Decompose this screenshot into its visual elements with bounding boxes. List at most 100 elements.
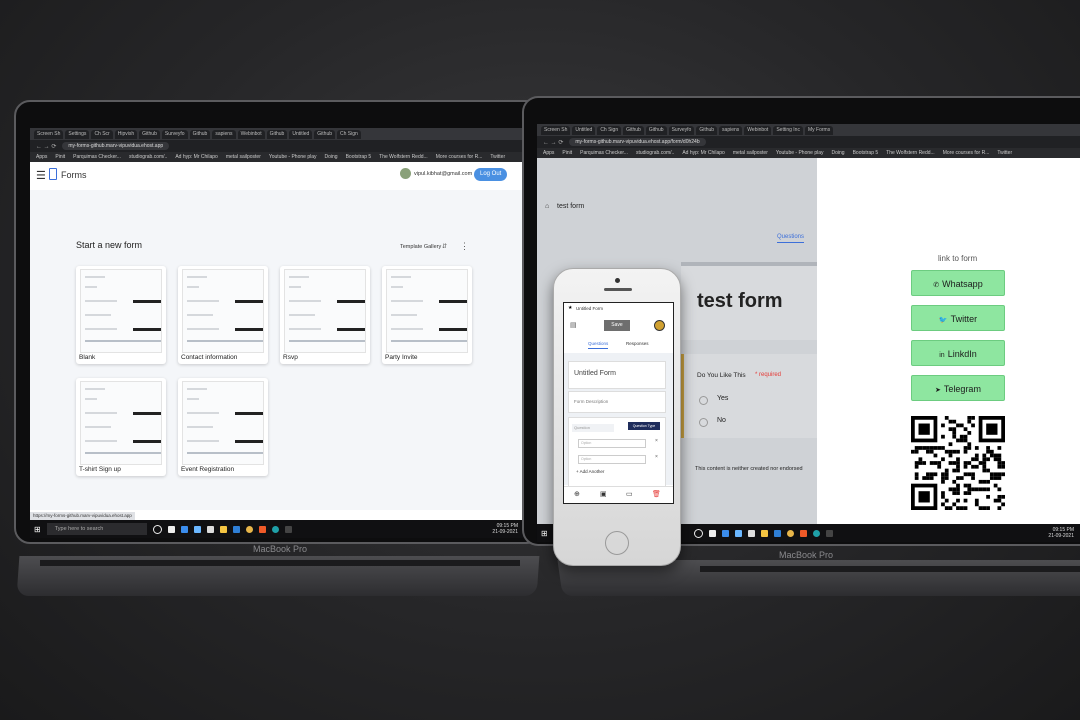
share-linkdin-button[interactable]: in LinkdIn — [911, 340, 1005, 366]
bookmark-item[interactable]: Apps — [543, 150, 554, 156]
bookmark-item[interactable]: metal sailposter — [226, 154, 261, 160]
bookmark-item[interactable]: metal sailposter — [733, 150, 768, 156]
browser-tab[interactable]: Screen Sh — [34, 129, 64, 139]
share-telegram-button[interactable]: ➤ Telegram — [911, 375, 1005, 401]
bookmark-item[interactable]: Bootstrap 5 — [853, 150, 879, 156]
right-notion-icon[interactable] — [747, 529, 755, 537]
radio-no[interactable] — [699, 418, 708, 427]
bookmark-item[interactable]: The Wolfstern Redd... — [379, 154, 428, 160]
right-brave-icon[interactable] — [799, 529, 807, 537]
phone-option-input[interactable]: Option — [578, 455, 646, 464]
right-chrome-icon[interactable] — [786, 529, 794, 537]
right-store-icon[interactable] — [734, 529, 742, 537]
bookmark-item[interactable]: Parquimas Checker... — [73, 154, 121, 160]
notion-icon[interactable] — [206, 525, 214, 533]
phone-tab-responses[interactable]: Responses — [626, 341, 649, 346]
bookmark-item[interactable]: The Wolfstern Redd... — [886, 150, 935, 156]
right-windows-start-icon[interactable]: ⊞ — [541, 529, 548, 538]
phone-home-button[interactable] — [605, 531, 629, 555]
phone-avatar[interactable] — [654, 320, 665, 331]
template-card[interactable]: Blank — [76, 266, 166, 364]
template-card[interactable]: Party Invite — [382, 266, 472, 364]
phone-doc-icon[interactable]: ▤ — [570, 321, 577, 329]
bookmark-item[interactable]: Twitter — [490, 154, 505, 160]
browser-tab[interactable]: Ch Sign — [337, 129, 361, 139]
phone-save-button[interactable]: Save — [604, 320, 630, 331]
files-icon[interactable] — [219, 525, 227, 533]
bookmark-item[interactable]: studiograb.com/.. — [636, 150, 674, 156]
terminal-icon[interactable] — [284, 525, 292, 533]
browser-tab[interactable]: Hipvish — [114, 129, 138, 139]
bookmark-item[interactable]: Youtube - Phone play — [269, 154, 317, 160]
browser-tab[interactable]: Github — [645, 125, 667, 135]
bookmark-item[interactable]: Apps — [36, 154, 47, 160]
browser-tab[interactable]: Github — [314, 129, 336, 139]
right-url-input[interactable]: my-forms-github.marv-vipuvidua.ehost.app… — [569, 138, 706, 146]
template-card[interactable]: Contact information — [178, 266, 268, 364]
store-icon[interactable] — [193, 525, 201, 533]
browser-tab[interactable]: My Forms — [804, 125, 834, 135]
browser-tab[interactable]: Screen Sh — [541, 125, 571, 135]
right-vscode-icon[interactable] — [773, 529, 781, 537]
expand-icon[interactable]: ⇵ — [442, 243, 447, 250]
logout-button[interactable]: Log Out — [474, 168, 508, 181]
browser-tab[interactable]: Webinbot — [237, 129, 265, 139]
browser-tab[interactable]: Ch Scr — [91, 129, 113, 139]
dropbox-icon[interactable] — [180, 525, 188, 533]
right-files-icon[interactable] — [760, 529, 768, 537]
browser-tab[interactable]: sapiens — [719, 125, 743, 135]
browser-tab[interactable]: sapiens — [212, 129, 236, 139]
browser-tab[interactable]: Ch Sign — [597, 125, 622, 135]
browser-tab[interactable]: Untitled — [289, 129, 313, 139]
bookmark-item[interactable]: Youtube - Phone play — [776, 150, 824, 156]
qr-code[interactable] — [911, 416, 1005, 510]
phone-question-input[interactable]: Question — [572, 424, 614, 432]
phone-option-input[interactable]: Option — [578, 439, 646, 448]
browser-tab[interactable]: Webinbot — [744, 125, 772, 135]
phone-add-icon[interactable]: ⊕ — [574, 490, 580, 498]
bookmark-item[interactable]: Ad hyp: Mr Chilapo — [682, 150, 725, 156]
bookmark-item[interactable]: Pinit — [562, 150, 572, 156]
windows-start-icon[interactable]: ⊞ — [34, 525, 41, 534]
phone-option-close-icon[interactable]: × — [655, 454, 658, 460]
vscode-icon[interactable] — [232, 525, 240, 533]
template-card[interactable]: Rsvp — [280, 266, 370, 364]
browser-tab[interactable]: Surveyfo — [668, 125, 695, 135]
right-cortana-icon[interactable] — [693, 528, 703, 538]
right-edge-icon[interactable] — [812, 529, 820, 537]
bookmark-item[interactable]: Doing — [325, 154, 338, 160]
bookmark-item[interactable]: Twitter — [997, 150, 1012, 156]
bookmark-item[interactable]: Pinit — [55, 154, 65, 160]
bookmark-item[interactable]: Ad hyp: Mr Chilapo — [175, 154, 218, 160]
bookmark-item[interactable]: More courses for R... — [436, 154, 483, 160]
tab-questions[interactable]: Questions — [777, 234, 805, 243]
right-terminal-icon[interactable] — [825, 529, 833, 537]
home-icon[interactable]: ⌂ — [545, 203, 549, 210]
phone-delete-icon[interactable]: 🗑 — [652, 490, 661, 498]
browser-tab[interactable]: Setting Inc — [773, 125, 803, 135]
bookmark-item[interactable]: studiograb.com/.. — [129, 154, 167, 160]
left-url-input[interactable]: my-forms-github.marv-vipuvidua.ehost.app — [62, 142, 170, 150]
edge-icon[interactable] — [271, 525, 279, 533]
phone-image-icon[interactable]: ▭ — [626, 490, 633, 498]
phone-add-another-button[interactable]: + Add Another — [576, 469, 604, 474]
phone-tab-questions[interactable]: Questions — [588, 341, 609, 349]
template-card[interactable]: T-shirt Sign up — [76, 378, 166, 476]
cortana-icon[interactable] — [152, 524, 162, 534]
bookmark-item[interactable]: More courses for R... — [943, 150, 990, 156]
browser-tab[interactable]: Surveyfo — [161, 129, 188, 139]
right-dropbox-icon[interactable] — [721, 529, 729, 537]
brave-icon[interactable] — [258, 525, 266, 533]
phone-section-icon[interactable]: ▣ — [600, 490, 607, 498]
template-gallery-link[interactable]: Template Gallery — [400, 244, 441, 250]
browser-tab[interactable]: Github — [139, 129, 160, 139]
browser-tab[interactable]: Settings — [65, 129, 90, 139]
hamburger-menu-icon[interactable]: ☰ — [36, 169, 46, 182]
chrome-icon[interactable] — [245, 525, 253, 533]
browser-tab[interactable]: Github — [623, 125, 644, 135]
avatar[interactable] — [400, 168, 411, 179]
template-card[interactable]: Event Registration — [178, 378, 268, 476]
browser-tab[interactable]: Github — [266, 129, 288, 139]
right-task-view-icon[interactable] — [708, 529, 716, 537]
radio-yes[interactable] — [699, 396, 708, 405]
